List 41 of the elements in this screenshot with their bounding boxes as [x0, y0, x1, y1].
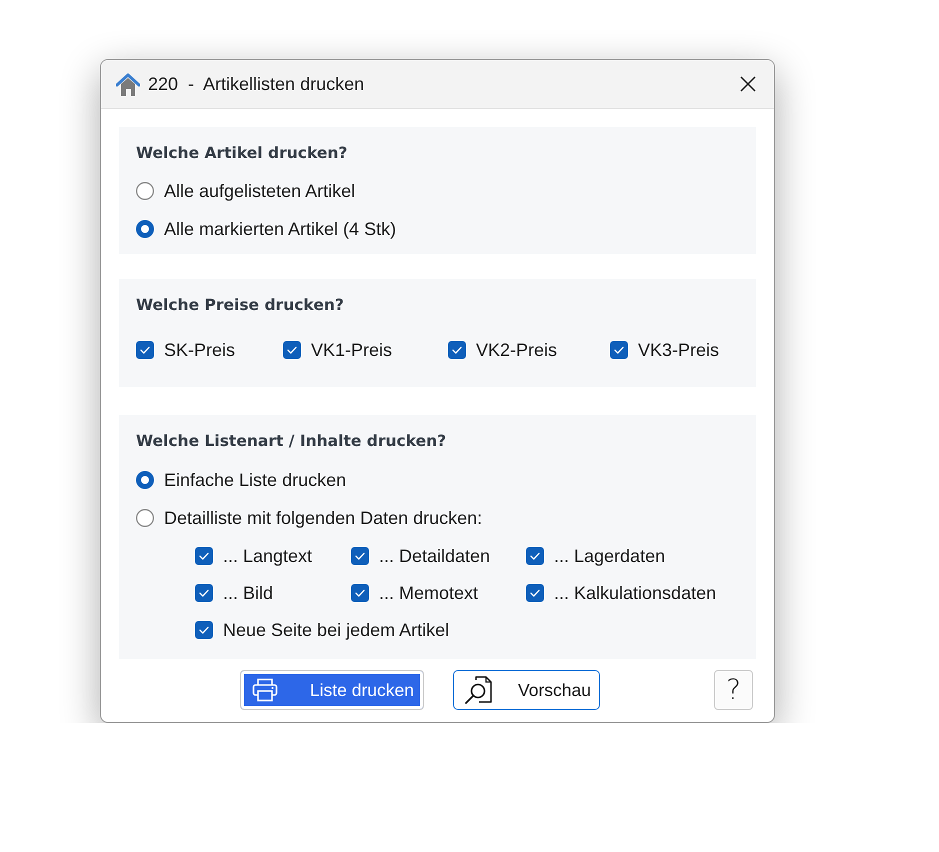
checkbox-label: ... Detaildaten — [379, 544, 490, 566]
radio-button[interactable] — [136, 220, 154, 238]
checkbox-label: Neue Seite bei jedem Artikel — [223, 618, 450, 640]
checkbox-label: ... Kalkulationsdaten — [554, 582, 716, 604]
printer-icon — [252, 678, 278, 702]
checkbox[interactable] — [351, 546, 369, 564]
radio-button[interactable] — [136, 509, 154, 527]
radio-label: Einfache Liste drucken — [164, 469, 346, 491]
checkbox[interactable] — [195, 620, 213, 638]
radio-label: Alle aufgelisteten Artikel — [164, 180, 356, 202]
checkbox-label: ... Bild — [223, 582, 274, 604]
house-icon — [116, 72, 140, 96]
section-heading: Welche Preise drucken? — [136, 295, 345, 316]
section-heading: Welche Listenart / Inhalte drucken? — [136, 431, 448, 452]
checkbox[interactable] — [195, 584, 213, 602]
checkbox[interactable] — [195, 546, 213, 564]
radio-button[interactable] — [136, 471, 154, 489]
radio-button[interactable] — [136, 182, 154, 200]
close-icon — [740, 76, 756, 92]
checkbox-label: VK2-Preis — [476, 339, 558, 361]
section-heading: Welche Artikel drucken? — [136, 143, 348, 164]
radio-label: Alle markierten Artikel (4 Stk) — [164, 218, 396, 240]
checkbox[interactable] — [136, 341, 154, 359]
radio-label: Detailliste mit folgenden Daten drucken: — [164, 507, 482, 529]
checkbox[interactable] — [610, 341, 628, 359]
help-button[interactable]: ? — [714, 670, 753, 710]
checkbox[interactable] — [351, 584, 369, 602]
checkbox-label: ... Langtext — [223, 544, 312, 566]
checkbox-label: VK1-Preis — [311, 339, 392, 361]
checkbox[interactable] — [283, 341, 301, 359]
checkbox-label: VK3-Preis — [638, 339, 720, 361]
checkbox[interactable] — [526, 584, 544, 602]
checkbox-label: SK-Preis — [164, 339, 236, 361]
checkbox-label: ... Memotext — [379, 582, 478, 604]
print-list-button[interactable]: Liste drucken — [240, 670, 424, 710]
checkbox-label: ... Lagerdaten — [554, 544, 666, 566]
checkbox[interactable] — [526, 546, 544, 564]
document-magnifier-icon — [464, 676, 494, 704]
window-title: 220 - Artikellisten drucken — [148, 72, 364, 96]
checkbox[interactable] — [448, 341, 466, 359]
preview-button[interactable]: Vorschau — [453, 670, 600, 710]
